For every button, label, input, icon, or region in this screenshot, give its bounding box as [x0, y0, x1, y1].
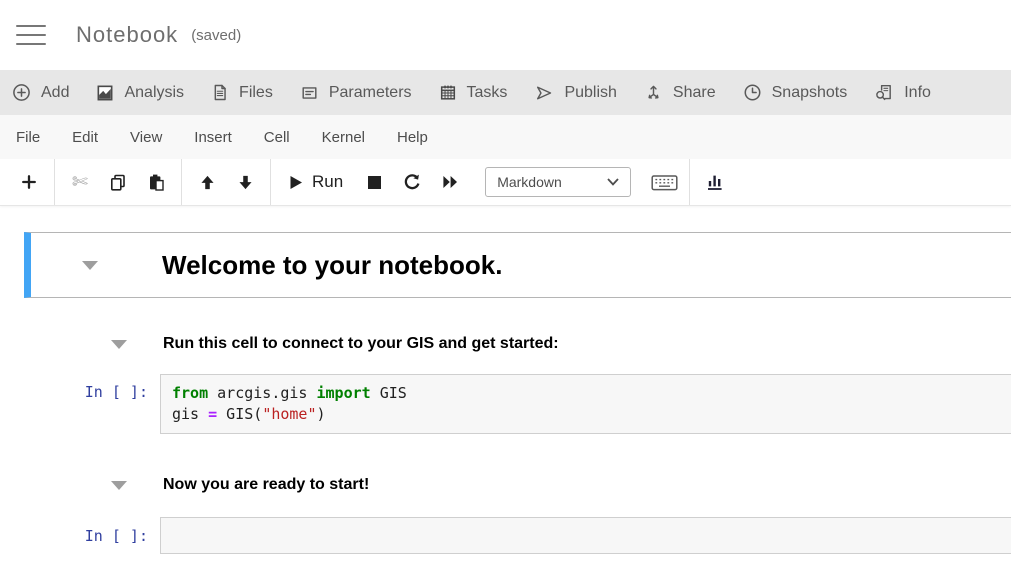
info-label: Info [904, 84, 931, 102]
restart-kernel-button[interactable] [393, 166, 431, 198]
files-icon [211, 83, 229, 102]
code-content: from arcgis.gis import GIS gis = GIS("ho… [161, 375, 1011, 433]
cell-type-value: Markdown [497, 174, 562, 190]
restart-kernel-icon [403, 173, 421, 191]
code-token: arcgis.gis [208, 384, 316, 402]
input-prompt: In [ ]: [0, 374, 148, 434]
parameters-icon [300, 84, 319, 102]
notebook-area: Welcome to your notebook. Run this cell … [0, 206, 1011, 554]
snapshots-icon [743, 83, 762, 102]
cut-icon: ✄ [72, 171, 88, 193]
copy-cell-button[interactable] [99, 166, 137, 198]
code-token: import [317, 384, 371, 402]
share-label: Share [673, 84, 716, 102]
toolbar-separator [181, 159, 182, 205]
cell-type-dropdown[interactable]: Markdown [485, 167, 631, 197]
analysis-icon [96, 84, 114, 102]
add-icon [12, 83, 31, 102]
hamburger-icon[interactable] [16, 25, 46, 45]
tasks-icon [439, 83, 457, 102]
run-instructions-heading: Run this cell to connect to your GIS and… [163, 335, 559, 353]
copy-icon [109, 173, 127, 191]
add-cell-button[interactable] [10, 166, 48, 198]
markdown-cell-welcome[interactable]: Welcome to your notebook. [24, 232, 1011, 298]
add-label: Add [41, 84, 69, 102]
snapshots-button[interactable]: Snapshots [743, 83, 848, 102]
info-button[interactable]: Info [874, 83, 931, 102]
menu-view[interactable]: View [114, 129, 178, 146]
collapse-arrow-icon[interactable] [111, 340, 127, 349]
code-token: = [208, 405, 217, 423]
share-button[interactable]: Share [644, 83, 716, 102]
code-token: "home" [262, 405, 316, 423]
run-label: Run [312, 172, 343, 192]
add-button[interactable]: Add [12, 83, 69, 102]
code-token: from [172, 384, 208, 402]
menu-cell[interactable]: Cell [248, 129, 306, 146]
code-token: ) [317, 405, 326, 423]
interrupt-kernel-button[interactable] [355, 166, 393, 198]
ready-heading: Now you are ready to start! [163, 476, 369, 494]
share-icon [644, 83, 663, 102]
files-label: Files [239, 84, 273, 102]
menu-insert[interactable]: Insert [178, 129, 248, 146]
app-toolbar: Add Analysis Files Parameters Tasks [0, 70, 1011, 115]
cell-toolbar-chart-icon [706, 173, 724, 191]
analysis-button[interactable]: Analysis [96, 84, 184, 102]
paste-cell-button[interactable] [137, 166, 175, 198]
tasks-button[interactable]: Tasks [439, 83, 508, 102]
toolbar-separator [270, 159, 271, 205]
move-cell-down-button[interactable] [226, 166, 264, 198]
input-prompt: In [ ]: [0, 517, 148, 554]
code-input-area[interactable]: from arcgis.gis import GIS gis = GIS("ho… [160, 374, 1011, 434]
add-cell-icon [21, 174, 37, 190]
code-cell-gis[interactable]: In [ ]: from arcgis.gis import GIS gis =… [0, 374, 1011, 434]
menu-edit[interactable]: Edit [56, 129, 114, 146]
publish-button[interactable]: Publish [534, 84, 616, 102]
notebook-menu-bar: File Edit View Insert Cell Kernel Help [0, 115, 1011, 159]
files-button[interactable]: Files [211, 83, 273, 102]
code-cell-empty[interactable]: In [ ]: [0, 517, 1011, 554]
keyboard-shortcuts-icon [651, 173, 678, 192]
move-down-icon [237, 174, 254, 191]
code-token: GIS( [217, 405, 262, 423]
info-icon [874, 83, 894, 102]
toolbar-separator [54, 159, 55, 205]
run-all-icon [441, 174, 459, 190]
parameters-label: Parameters [329, 84, 412, 102]
publish-label: Publish [564, 84, 616, 102]
code-token: GIS [371, 384, 407, 402]
run-icon [289, 175, 303, 190]
cell-toolbar-chart-button[interactable] [696, 166, 734, 198]
save-status: (saved) [191, 27, 241, 44]
stop-icon [367, 175, 382, 190]
move-cell-up-button[interactable] [188, 166, 226, 198]
move-up-icon [199, 174, 216, 191]
cut-cell-button[interactable]: ✄ [61, 166, 99, 198]
menu-kernel[interactable]: Kernel [306, 129, 381, 146]
top-header: Notebook (saved) [0, 0, 1011, 70]
page-title: Notebook [76, 22, 178, 48]
welcome-heading: Welcome to your notebook. [162, 250, 502, 281]
analysis-label: Analysis [124, 84, 184, 102]
code-token: gis [172, 405, 208, 423]
menu-help[interactable]: Help [381, 129, 444, 146]
keyboard-shortcuts-button[interactable] [645, 166, 683, 198]
snapshots-label: Snapshots [772, 84, 848, 102]
markdown-cell-run-instructions[interactable]: Run this cell to connect to your GIS and… [0, 333, 1011, 355]
code-input-area[interactable] [160, 517, 1011, 554]
cell-toolbar: ✄ Run [0, 159, 1011, 206]
paste-icon [147, 173, 165, 191]
collapse-arrow-icon[interactable] [111, 481, 127, 490]
publish-icon [534, 84, 554, 102]
chevron-down-icon [607, 178, 619, 186]
restart-run-all-button[interactable] [431, 166, 469, 198]
toolbar-separator [689, 159, 690, 205]
tasks-label: Tasks [467, 84, 508, 102]
parameters-button[interactable]: Parameters [300, 84, 412, 102]
run-button[interactable]: Run [277, 166, 355, 198]
collapse-arrow-icon[interactable] [82, 261, 98, 270]
menu-file[interactable]: File [0, 129, 56, 146]
markdown-cell-ready[interactable]: Now you are ready to start! [0, 474, 1011, 496]
